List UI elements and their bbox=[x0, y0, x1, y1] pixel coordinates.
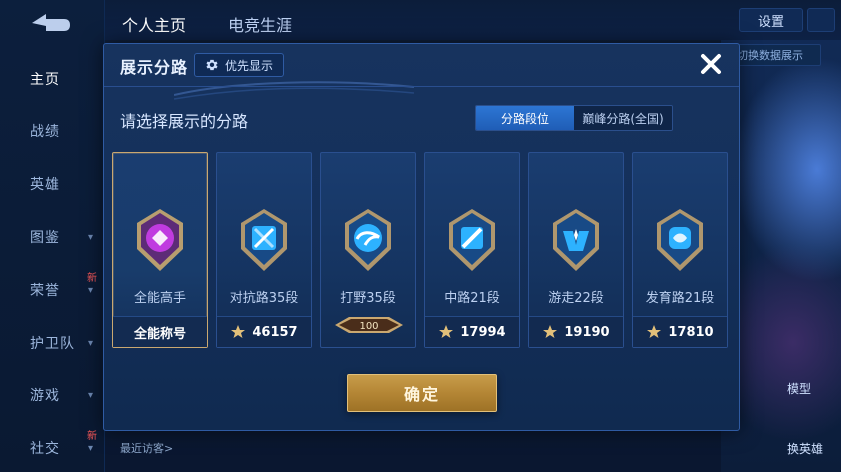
lane-card-points: 17994 bbox=[460, 324, 506, 340]
top-right-button[interactable] bbox=[807, 8, 835, 32]
lane-card-title: 全能称号 bbox=[133, 326, 186, 342]
priority-display-label: 优先显示 bbox=[225, 58, 274, 73]
lane-card-roam[interactable]: 游走22段 19190 bbox=[528, 152, 624, 348]
allround-badge-icon bbox=[137, 209, 183, 271]
lane-card-footer: 全能称号 bbox=[113, 316, 207, 347]
priority-display-button[interactable]: 优先显示 bbox=[194, 53, 285, 77]
lane-card-footer: 17810 bbox=[633, 316, 727, 347]
nav-label-games: 游戏 bbox=[30, 388, 60, 404]
tab-peak-lane-national[interactable]: 巅峰分路(全国) bbox=[574, 106, 672, 130]
chevron-down-icon: ▾ bbox=[87, 442, 94, 454]
lane-mode-tabs: 分路段位 巅峰分路(全国) bbox=[475, 105, 673, 131]
lane-card-name: 全能高手 bbox=[133, 291, 186, 306]
chevron-down-icon: ▾ bbox=[87, 389, 94, 401]
jungle-badge-icon bbox=[345, 209, 391, 271]
lane-card-jungle[interactable]: 打野35段 100 bbox=[320, 152, 416, 348]
lane-card-name: 对抗路35段 bbox=[229, 291, 299, 306]
nav-item-gallery[interactable]: 图鉴 ▾ bbox=[0, 226, 104, 248]
nav-label-heroes: 英雄 bbox=[30, 177, 60, 193]
new-badge: 新 bbox=[87, 431, 98, 442]
new-badge: 新 bbox=[87, 273, 98, 284]
level-ribbon-icon: 100 bbox=[335, 317, 403, 333]
chevron-down-icon: ▾ bbox=[87, 284, 94, 296]
lane-card-footer: 46157 bbox=[217, 316, 311, 347]
lane-card-name: 中路21段 bbox=[444, 291, 500, 306]
lane-card-points: 19190 bbox=[564, 324, 610, 340]
back-button[interactable] bbox=[22, 10, 74, 36]
tab-lane-rank[interactable]: 分路段位 bbox=[476, 106, 574, 130]
lane-card-name: 打野35段 bbox=[340, 291, 396, 306]
clash-lane-badge-icon bbox=[241, 209, 287, 271]
nav-label-guard-team: 护卫队 bbox=[30, 336, 75, 352]
lane-card-name: 游走22段 bbox=[548, 291, 604, 306]
nav-label-home: 主页 bbox=[30, 72, 60, 88]
nav-label-gallery: 图鉴 bbox=[30, 230, 60, 246]
lane-card-farm[interactable]: 发育路21段 17810 bbox=[632, 152, 728, 348]
left-navigation: 主页 战绩 英雄 图鉴 ▾ 荣誉 ▾ 新 护卫队 ▾ 游戏 ▾ 社交 ▾ 新 bbox=[0, 0, 105, 472]
nav-label-record: 战绩 bbox=[30, 124, 60, 140]
choose-lane-prompt: 请选择展示的分路 bbox=[120, 112, 249, 131]
points-icon bbox=[439, 325, 454, 338]
confirm-button[interactable]: 确定 bbox=[347, 374, 497, 412]
nav-item-honors[interactable]: 荣誉 ▾ 新 bbox=[0, 273, 104, 301]
modal-header: 展示分路 优先显示 bbox=[104, 44, 739, 87]
lane-card-list: 全能高手 全能称号 对抗路35段 46157 打野35段 100 中路21段 1… bbox=[112, 152, 730, 352]
lane-card-points: 17810 bbox=[668, 324, 714, 340]
lane-card-clash[interactable]: 对抗路35段 46157 bbox=[216, 152, 312, 348]
lane-card-footer: 19190 bbox=[529, 316, 623, 347]
farm-lane-badge-icon bbox=[657, 209, 703, 271]
mid-lane-badge-icon bbox=[449, 209, 495, 271]
points-icon bbox=[543, 325, 558, 338]
lane-card-name: 发育路21段 bbox=[645, 291, 715, 306]
chevron-down-icon: ▾ bbox=[87, 337, 94, 349]
points-icon bbox=[231, 325, 246, 338]
change-hero-label[interactable]: 换英雄 bbox=[787, 440, 823, 457]
gear-icon bbox=[206, 59, 218, 71]
lane-card-allround[interactable]: 全能高手 全能称号 bbox=[112, 152, 208, 348]
roam-badge-icon bbox=[553, 209, 599, 271]
lane-card-points: 46157 bbox=[252, 324, 298, 340]
nav-item-heroes[interactable]: 英雄 bbox=[0, 173, 104, 195]
tab-esports-career[interactable]: 电竞生涯 bbox=[228, 12, 292, 36]
tab-personal-homepage[interactable]: 个人主页 bbox=[122, 12, 186, 36]
nav-item-social[interactable]: 社交 ▾ 新 bbox=[0, 431, 104, 459]
nav-item-record[interactable]: 战绩 bbox=[0, 120, 104, 142]
chevron-down-icon: ▾ bbox=[87, 231, 94, 243]
lane-card-mid[interactable]: 中路21段 17994 bbox=[424, 152, 520, 348]
back-arrow-icon bbox=[32, 14, 70, 31]
nav-item-games[interactable]: 游戏 ▾ bbox=[0, 384, 104, 406]
nav-label-honors: 荣誉 bbox=[30, 283, 60, 299]
recent-visitors-link[interactable]: 最近访客> bbox=[120, 440, 173, 456]
nav-item-guard-team[interactable]: 护卫队 ▾ bbox=[0, 332, 104, 354]
level-ribbon-value: 100 bbox=[359, 321, 378, 332]
close-icon[interactable] bbox=[697, 50, 725, 78]
nav-label-social: 社交 bbox=[30, 441, 60, 457]
settings-button[interactable]: 设置 bbox=[739, 8, 803, 32]
lane-card-footer: 17994 bbox=[425, 316, 519, 347]
top-bar: 个人主页 电竞生涯 设置 bbox=[104, 0, 841, 40]
model-label[interactable]: 模型 bbox=[787, 380, 811, 397]
lane-display-modal: 展示分路 优先显示 请选择展示的分路 分路段位 巅峰分路(全国) 全能高手 全能… bbox=[103, 43, 740, 431]
nav-item-home[interactable]: 主页 bbox=[0, 68, 104, 90]
points-icon bbox=[647, 325, 662, 338]
modal-title: 展示分路 bbox=[120, 58, 189, 77]
